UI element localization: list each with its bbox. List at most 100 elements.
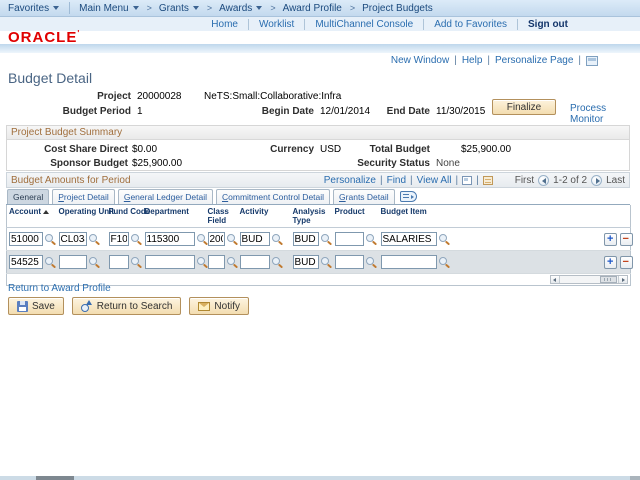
return-to-search-button[interactable]: Return to Search	[71, 297, 182, 315]
delete-row-button[interactable]	[619, 232, 633, 246]
multichannel-console-link[interactable]: MultiChannel Console	[304, 18, 423, 30]
return-to-award-profile-link[interactable]: Return to Award Profile	[8, 283, 111, 294]
operating-unit-lookup-icon[interactable]	[88, 257, 99, 267]
fund-code-lookup-icon[interactable]	[130, 234, 141, 244]
column-header-operating-unit[interactable]: Operating Unit	[56, 205, 114, 229]
analysis-type-input[interactable]	[292, 232, 319, 247]
class-field-lookup-icon[interactable]	[226, 257, 237, 267]
column-header-fund-code[interactable]: Fund Code	[106, 205, 150, 229]
column-header-analysis-type[interactable]: Analysis Type	[290, 205, 333, 229]
new-window-link[interactable]: New Window	[391, 55, 449, 66]
breadcrumb-bar: Favorites Main Menu Grants Awards Award …	[0, 0, 640, 17]
class-field-input[interactable]	[207, 232, 225, 247]
column-header-account[interactable]: Account	[6, 205, 57, 229]
personalize-link[interactable]: Personalize	[324, 175, 376, 186]
page-horizontal-scrollbar[interactable]	[0, 476, 640, 480]
finalize-button[interactable]: Finalize	[492, 99, 556, 115]
department-input[interactable]	[144, 255, 195, 270]
home-link[interactable]: Home	[201, 19, 248, 30]
personalize-page-link[interactable]: Personalize Page	[495, 55, 573, 66]
project-label: Project	[97, 91, 131, 102]
page-scrollbar-thumb[interactable]	[36, 476, 74, 480]
breadcrumb-project-budgets[interactable]: Project Budgets	[350, 3, 433, 14]
tab-general-ledger-detail[interactable]: General Ledger Detail	[117, 189, 213, 204]
scroll-right-icon[interactable]	[618, 276, 627, 284]
breadcrumb-grants[interactable]: Grants	[147, 3, 199, 14]
product-lookup-icon[interactable]	[365, 257, 376, 267]
add-row-button[interactable]	[603, 255, 617, 269]
operating-unit-input[interactable]	[58, 232, 87, 247]
activity-input[interactable]	[239, 232, 270, 247]
delete-row-button[interactable]	[619, 255, 633, 269]
separator	[456, 175, 459, 186]
tab-commitment-control-detail[interactable]: Commitment Control Detail	[216, 189, 331, 204]
breadcrumb-awards[interactable]: Awards	[207, 3, 263, 14]
personalize-layout-icon[interactable]	[586, 55, 598, 66]
scroll-left-icon[interactable]	[551, 276, 560, 284]
add-row-button[interactable]	[603, 232, 617, 246]
pagination-first-label[interactable]: First	[515, 175, 534, 186]
scrollbar-thumb[interactable]	[600, 276, 617, 284]
process-monitor-link[interactable]: Process Monitor	[570, 103, 640, 125]
download-grid-icon[interactable]	[482, 175, 493, 185]
pagination-last-label[interactable]: Last	[606, 175, 625, 186]
worklist-link[interactable]: Worklist	[247, 18, 304, 30]
fund-code-input[interactable]	[108, 232, 129, 247]
sign-out-link[interactable]: Sign out	[517, 18, 578, 30]
tab-general[interactable]: General	[7, 189, 50, 204]
department-input[interactable]	[144, 232, 195, 247]
add-to-favorites-link[interactable]: Add to Favorites	[423, 18, 517, 30]
budget-item-input[interactable]	[380, 232, 437, 247]
tab-grants-detail[interactable]: Grants Detail	[333, 189, 395, 204]
breadcrumb-main-menu[interactable]: Main Menu	[79, 3, 139, 14]
scrollbar-corner	[630, 476, 640, 480]
column-header-department[interactable]: Department	[142, 205, 206, 229]
analysis-type-lookup-icon[interactable]	[320, 234, 331, 244]
activity-lookup-icon[interactable]	[271, 257, 282, 267]
help-link[interactable]: Help	[462, 55, 483, 66]
next-rows-icon[interactable]	[591, 174, 603, 186]
zoom-grid-icon[interactable]	[462, 175, 473, 185]
budget-item-input[interactable]	[380, 255, 437, 270]
fund-code-lookup-icon[interactable]	[130, 257, 141, 267]
column-header-class-field[interactable]: Class Field	[205, 205, 238, 229]
summary-title: Project Budget Summary	[11, 127, 123, 138]
breadcrumb-award-profile[interactable]: Award Profile	[270, 3, 342, 14]
account-input[interactable]	[9, 255, 43, 270]
column-header-activity[interactable]: Activity	[237, 205, 291, 229]
view-all-link[interactable]: View All	[417, 175, 452, 186]
account-lookup-icon[interactable]	[45, 257, 55, 267]
activity-lookup-icon[interactable]	[271, 234, 282, 244]
product-input[interactable]	[334, 232, 364, 247]
scrollbar-track[interactable]	[560, 276, 618, 284]
product-lookup-icon[interactable]	[365, 234, 376, 244]
account-lookup-icon[interactable]	[45, 234, 55, 244]
analysis-type-input[interactable]	[292, 255, 319, 270]
column-header-budget-item[interactable]: Budget Item	[378, 205, 463, 229]
tab-project-detail[interactable]: Project Detail	[52, 189, 115, 204]
operating-unit-input[interactable]	[58, 255, 87, 270]
department-lookup-icon[interactable]	[196, 234, 207, 244]
show-all-columns-icon[interactable]	[399, 191, 417, 202]
class-field-lookup-icon[interactable]	[226, 234, 237, 244]
department-lookup-icon[interactable]	[196, 257, 207, 267]
currency-label: Currency	[270, 144, 314, 155]
product-input[interactable]	[334, 255, 364, 270]
project-value: 20000028	[137, 91, 182, 102]
previous-rows-icon[interactable]	[538, 174, 550, 186]
column-header-product[interactable]: Product	[332, 205, 379, 229]
budget-item-lookup-icon[interactable]	[438, 257, 449, 267]
save-button[interactable]: Save	[8, 297, 64, 315]
notify-button[interactable]: Notify	[189, 297, 249, 315]
budget-item-lookup-icon[interactable]	[438, 234, 449, 244]
grid-horizontal-scrollbar[interactable]	[550, 275, 628, 285]
fund-code-input[interactable]	[108, 255, 129, 270]
class-field-input[interactable]	[207, 255, 225, 270]
breadcrumb-favorites[interactable]: Favorites	[8, 3, 60, 14]
analysis-type-lookup-icon[interactable]	[320, 257, 331, 267]
header-gradient	[0, 44, 640, 53]
find-link[interactable]: Find	[387, 175, 406, 186]
operating-unit-lookup-icon[interactable]	[88, 234, 99, 244]
account-input[interactable]	[9, 232, 43, 247]
activity-input[interactable]	[239, 255, 270, 270]
